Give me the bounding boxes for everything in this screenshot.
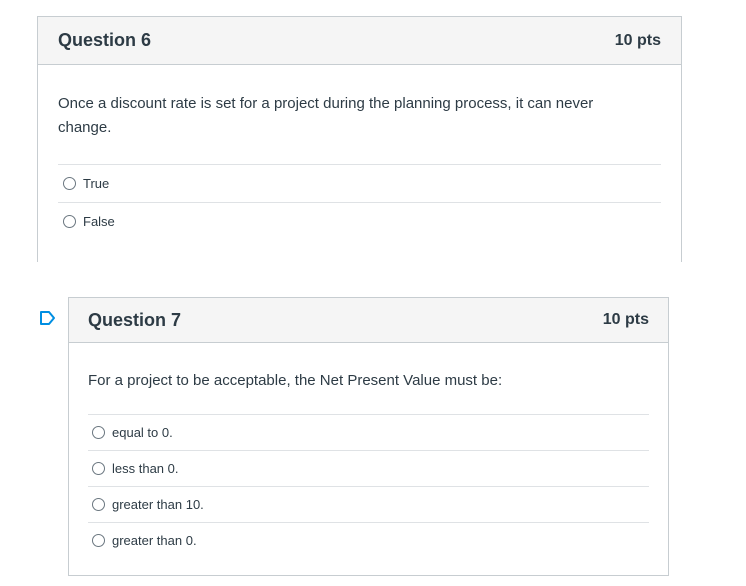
- answer-list: equal to 0. less than 0. greater than 10…: [88, 414, 649, 558]
- answer-label: greater than 10.: [112, 497, 204, 512]
- answer-option-false[interactable]: False: [58, 202, 661, 240]
- question-points: 10 pts: [602, 311, 649, 328]
- question-6-card: Question 6 10 pts Once a discount rate i…: [37, 16, 682, 262]
- radio-icon[interactable]: [92, 426, 105, 439]
- question-points: 10 pts: [614, 31, 661, 49]
- answer-label: greater than 0.: [112, 533, 197, 548]
- answer-label: equal to 0.: [112, 425, 173, 440]
- answer-option-1[interactable]: equal to 0.: [88, 414, 649, 450]
- answer-option-2[interactable]: less than 0.: [88, 450, 649, 486]
- question-text: Once a discount rate is set for a projec…: [58, 95, 594, 136]
- question-text: For a project to be acceptable, the Net …: [88, 372, 503, 389]
- answer-label: False: [83, 214, 115, 229]
- question-header: Question 7 10 pts: [69, 298, 668, 343]
- answer-option-true[interactable]: True: [58, 164, 661, 202]
- answer-label: less than 0.: [112, 461, 179, 476]
- radio-icon[interactable]: [63, 215, 76, 228]
- question-header: Question 6 10 pts: [38, 17, 681, 65]
- answer-list: True False: [58, 164, 661, 240]
- radio-icon[interactable]: [92, 534, 105, 547]
- question-title: Question 6: [58, 30, 152, 50]
- answer-label: True: [83, 176, 110, 191]
- question-title: Question 7: [88, 309, 182, 330]
- radio-icon[interactable]: [92, 498, 105, 511]
- question-7-card: Question 7 10 pts For a project to be ac…: [68, 297, 669, 576]
- radio-icon[interactable]: [63, 177, 76, 190]
- radio-icon[interactable]: [92, 462, 105, 475]
- answer-option-3[interactable]: greater than 10.: [88, 486, 649, 522]
- answer-option-4[interactable]: greater than 0.: [88, 522, 649, 558]
- flag-icon[interactable]: [39, 310, 57, 326]
